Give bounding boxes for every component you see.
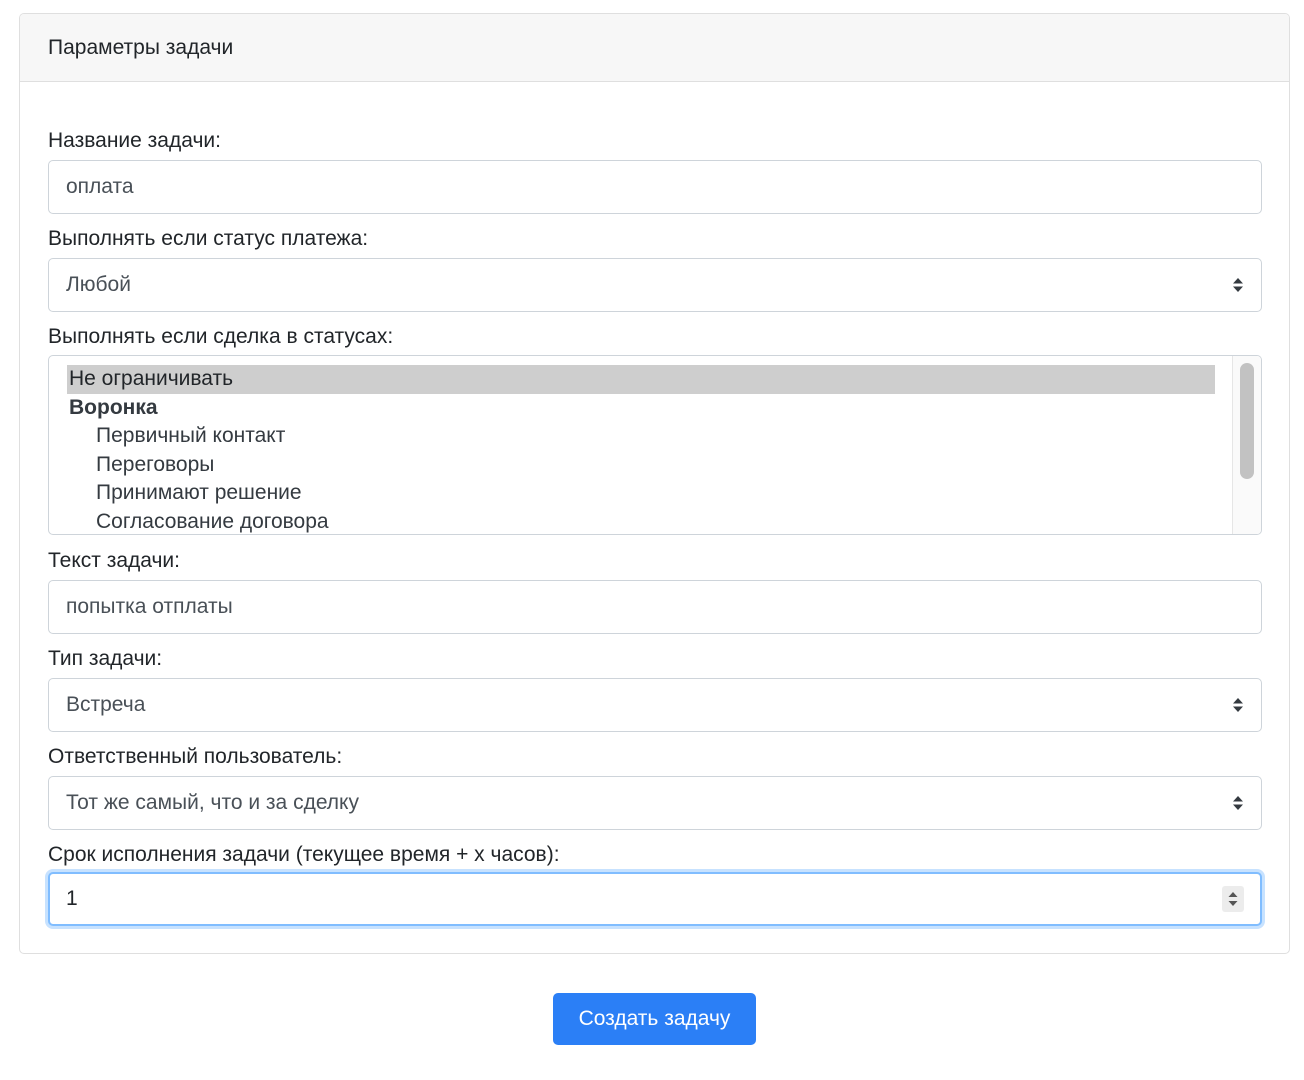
listbox-option[interactable]: Переговоры bbox=[67, 451, 1215, 480]
task-name-label: Название задачи: bbox=[48, 129, 221, 152]
task-type-value: Встреча bbox=[66, 693, 146, 716]
number-spinner[interactable] bbox=[1222, 886, 1244, 912]
responsible-user-value: Тот же самый, что и за сделку bbox=[66, 791, 359, 814]
card-header: Параметры задачи bbox=[20, 14, 1289, 82]
payment-status-select[interactable]: Любой bbox=[48, 258, 1262, 312]
listbox-option[interactable]: Согласование договора bbox=[67, 508, 1215, 534]
task-text-value: попытка отплаты bbox=[66, 595, 233, 618]
listbox-option[interactable]: Первичный контакт bbox=[67, 422, 1215, 451]
deal-statuses-listbox[interactable]: Не ограничивать Воронка Первичный контакт П… bbox=[48, 355, 1262, 535]
due-hours-input[interactable]: 1 bbox=[48, 872, 1262, 926]
responsible-user-label: Ответственный пользователь: bbox=[48, 745, 343, 768]
listbox-option[interactable]: Принимают решение bbox=[67, 479, 1215, 508]
listbox-option[interactable]: Не ограничивать bbox=[67, 365, 1215, 394]
updown-arrows-icon bbox=[1233, 698, 1243, 712]
task-text-input[interactable]: попытка отплаты bbox=[48, 580, 1262, 634]
payment-status-value: Любой bbox=[66, 273, 131, 296]
create-task-button[interactable]: Создать задачу bbox=[553, 993, 756, 1045]
updown-arrows-icon bbox=[1233, 278, 1243, 292]
responsible-user-select[interactable]: Тот же самый, что и за сделку bbox=[48, 776, 1262, 830]
task-type-select[interactable]: Встреча bbox=[48, 678, 1262, 732]
task-type-label: Тип задачи: bbox=[48, 647, 163, 670]
listbox-scrollbar[interactable] bbox=[1232, 356, 1261, 534]
card-title: Параметры задачи bbox=[48, 35, 234, 59]
task-name-value: оплата bbox=[66, 175, 134, 198]
deal-statuses-label: Выполнять если сделка в статусах: bbox=[48, 325, 394, 348]
updown-arrows-icon bbox=[1233, 796, 1243, 810]
spinner-arrows-icon bbox=[1228, 892, 1238, 906]
scrollbar-thumb[interactable] bbox=[1240, 363, 1254, 479]
option-group-label: Воронка bbox=[69, 395, 158, 419]
deal-statuses-options: Не ограничивать Воронка Первичный контакт П… bbox=[67, 365, 1215, 534]
task-parameters-card: Параметры задачи Название задачи: оплата… bbox=[19, 13, 1290, 954]
due-hours-value: 1 bbox=[66, 887, 78, 910]
task-text-label: Текст задачи: bbox=[48, 549, 180, 572]
due-hours-label: Срок исполнения задачи (текущее время + … bbox=[48, 843, 560, 866]
task-name-input[interactable]: оплата bbox=[48, 160, 1262, 214]
payment-status-label: Выполнять если статус платежа: bbox=[48, 227, 369, 250]
